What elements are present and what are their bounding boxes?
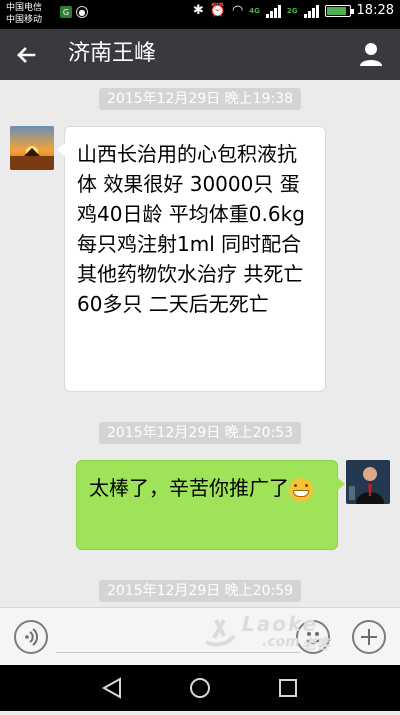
chat-area[interactable]: 2015年12月29日 晚上19:38 山西长治用的心包积液抗体 效果很好 30… bbox=[0, 80, 400, 607]
status-bar: 中国电信 中国移动 G ● ✱ ⏰ ◠ 4G 4G 2G 18:28 bbox=[0, 0, 400, 29]
app-bar: 济南王峰 bbox=[0, 29, 400, 80]
incoming-message-text: 山西长治用的心包积液抗体 效果很好 30000只 蛋鸡40日龄 平均体重0.6k… bbox=[77, 142, 305, 316]
carrier-2: 中国移动 bbox=[6, 15, 43, 25]
wifi-icon: ◠ bbox=[231, 3, 244, 18]
battery-icon bbox=[324, 4, 354, 17]
outgoing-message-bubble[interactable]: 太棒了，辛苦你推广了 bbox=[76, 460, 345, 550]
grin-emoji-icon bbox=[289, 477, 313, 502]
self-avatar[interactable] bbox=[346, 460, 390, 504]
back-arrow-icon[interactable] bbox=[12, 41, 40, 69]
bluetooth-icon: ✱ bbox=[192, 3, 204, 18]
nav-back-icon[interactable] bbox=[101, 677, 121, 699]
android-nav-bar bbox=[0, 665, 400, 711]
watermark-domain: .com bbox=[262, 634, 300, 650]
watermark-suffix: 老客 bbox=[302, 637, 330, 653]
app-notification-icon: G bbox=[60, 6, 72, 18]
alarm-icon: ⏰ bbox=[209, 3, 226, 18]
notification-icons: G ● bbox=[60, 6, 88, 18]
timestamp: 2015年12月29日 晚上20:53 bbox=[0, 422, 400, 444]
carrier-1: 中国电信 bbox=[6, 3, 43, 13]
signal-icon-2 bbox=[303, 4, 319, 18]
timestamp: 2015年12月29日 晚上19:38 bbox=[0, 88, 400, 110]
nav-home-icon[interactable] bbox=[190, 678, 210, 698]
network-label-1: 4G bbox=[249, 6, 260, 15]
timestamp-text: 2015年12月29日 晚上20:59 bbox=[98, 580, 302, 602]
status-time: 18:28 bbox=[356, 3, 394, 18]
signal-icon-1 bbox=[265, 4, 281, 18]
status-right: ✱ ⏰ ◠ 4G 4G 2G 18:28 bbox=[193, 3, 394, 18]
watermark: Laoke .com 老客 bbox=[200, 610, 360, 654]
person-icon[interactable] bbox=[358, 41, 384, 67]
carrier-info: 中国电信 中国移动 bbox=[6, 2, 42, 26]
contact-avatar[interactable] bbox=[10, 126, 54, 170]
voice-icon[interactable] bbox=[14, 620, 48, 654]
chat-title: 济南王峰 bbox=[68, 41, 157, 66]
watermark-logo-icon bbox=[205, 619, 236, 647]
timestamp: 2015年12月29日 晚上20:59 bbox=[0, 580, 400, 602]
timestamp-text: 2015年12月29日 晚上20:53 bbox=[98, 422, 302, 444]
nav-recents-icon[interactable] bbox=[279, 679, 297, 697]
network-label-2-wrap: 2G bbox=[287, 7, 298, 15]
network-label-2: 2G bbox=[286, 6, 298, 15]
incoming-message-bubble[interactable]: 山西长治用的心包积液抗体 效果很好 30000只 蛋鸡40日龄 平均体重0.6k… bbox=[57, 126, 326, 392]
outgoing-message-text: 太棒了，辛苦你推广了 bbox=[89, 476, 289, 500]
watermark-brand: Laoke bbox=[242, 612, 319, 636]
timestamp-text: 2015年12月29日 晚上19:38 bbox=[98, 88, 302, 110]
wechat-notification-icon: ● bbox=[76, 6, 88, 18]
network-labels: 4G 4G bbox=[249, 7, 260, 15]
